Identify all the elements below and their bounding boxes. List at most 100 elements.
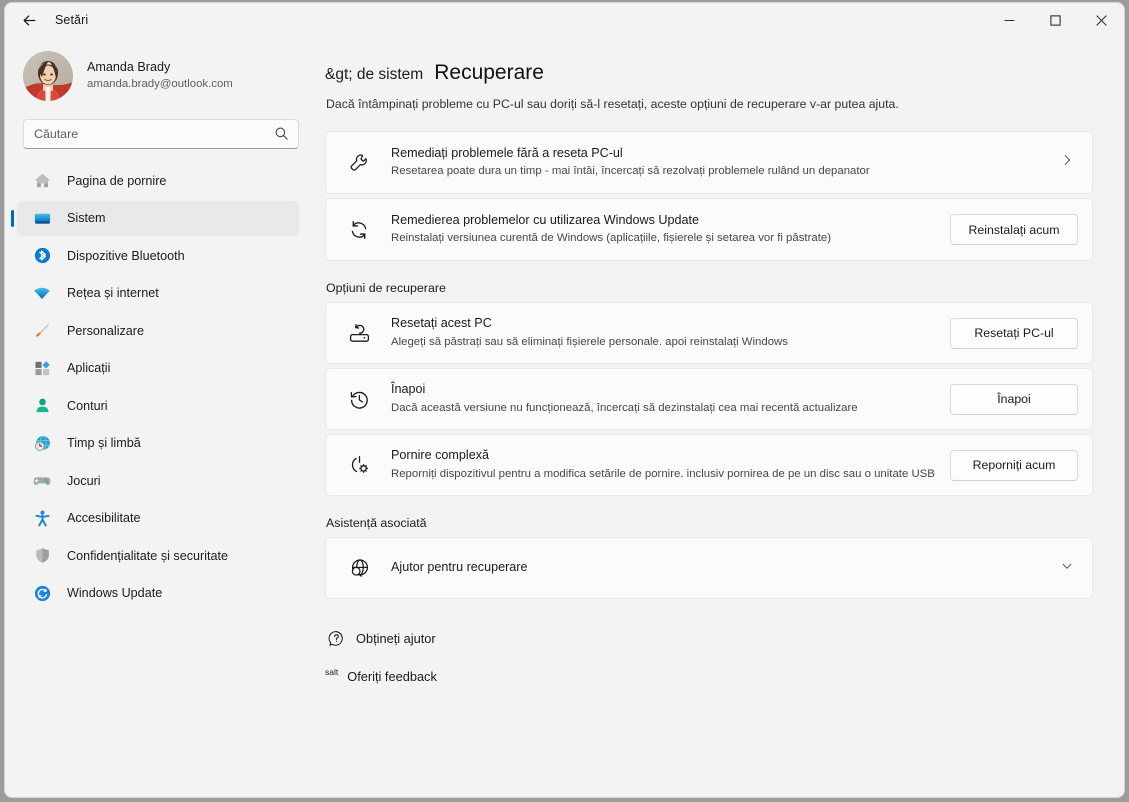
power-gear-icon (344, 454, 374, 477)
update-icon (31, 582, 53, 604)
back-arrow-icon (23, 14, 35, 26)
card-title: Înapoi (391, 382, 426, 397)
reinstall-now-button[interactable]: Reinstalați acum (950, 214, 1078, 245)
card-title: Pornire complexă (391, 448, 489, 463)
card-description: Reporniți dispozitivul pentru a modifica… (391, 467, 935, 480)
window-controls (986, 3, 1124, 37)
apps-icon (31, 357, 53, 379)
card-title: Remediați problemele fără a reseta PC-ul (391, 145, 623, 160)
person-icon (31, 395, 53, 417)
card-description: Dacă această versiune nu funcționează, î… (391, 401, 858, 414)
footer-link-label: Obțineți ajutor (356, 630, 436, 646)
card-fix-with-windows-update: Remedierea problemelor cu utilizarea Win… (325, 198, 1093, 261)
sidebar-item-label: Accesibilitate (67, 511, 141, 525)
title-bar: Setări (5, 3, 1124, 37)
breadcrumb: &gt; de sistem Recuperare (325, 61, 1124, 85)
card-reset-this-pc: Resetați acest PC Alegeți să păstrați sa… (325, 302, 1093, 364)
card-title: Remedierea problemelor cu utilizarea Win… (391, 212, 699, 227)
give-feedback-link[interactable]: salt Oferiți feedback (325, 663, 437, 689)
card-go-back: Înapoi Dacă această versiune nu funcțion… (325, 368, 1093, 430)
sidebar-item-sistem[interactable]: Sistem (11, 200, 299, 236)
cards-top-group: Remediați problemele fără a reseta PC-ul… (315, 131, 1124, 261)
wrench-icon (344, 152, 374, 174)
home-icon (31, 170, 53, 192)
back-button[interactable] (13, 4, 45, 36)
footer-link-label: Oferiți feedback (347, 668, 437, 684)
history-back-icon (344, 388, 374, 411)
sidebar-nav: Pagina de pornire Sistem Dispozitive Blu… (11, 163, 303, 611)
sidebar-item-label: Pagina de pornire (67, 173, 167, 188)
sidebar-item-conturi[interactable]: Conturi (17, 388, 299, 423)
avatar (23, 51, 73, 101)
sidebar-item-label: Rețea și internet (67, 286, 159, 300)
sidebar-item-retea-si-internet[interactable]: Rețea și internet (17, 276, 299, 311)
minimize-icon (1004, 19, 1014, 21)
sidebar-item-windows-update[interactable]: Windows Update (17, 576, 299, 611)
sidebar-item-personalizare[interactable]: Personalizare (17, 313, 299, 348)
sidebar-item-label: Timp și limbă (67, 436, 141, 450)
maximize-icon (1049, 14, 1061, 26)
breadcrumb-parent[interactable]: &gt; de sistem (325, 66, 423, 84)
minimize-button[interactable] (986, 3, 1032, 37)
search-icon (274, 126, 289, 146)
reset-pc-button[interactable]: Resetați PC-ul (950, 317, 1078, 349)
reset-pc-icon (344, 322, 374, 345)
page-header: &gt; de sistem Recuperare Dacă întâmpina… (315, 37, 1124, 111)
sidebar-item-jocuri[interactable]: Jocuri (17, 463, 299, 498)
sidebar-item-label: Personalizare (67, 323, 145, 338)
sidebar-item-dispozitive-bluetooth[interactable]: Dispozitive Bluetooth (17, 238, 299, 273)
shield-icon (31, 545, 53, 567)
go-back-button[interactable]: Înapoi (950, 383, 1078, 415)
card-recovery-help[interactable]: Ajutor pentru recuperare (325, 537, 1093, 599)
footer-link-prefix: salt (325, 667, 339, 677)
sidebar-item-pagina-de-pornire[interactable]: Pagina de pornire (17, 163, 299, 198)
profile-email: amanda.brady@outlook.com (87, 78, 233, 91)
question-bubble-icon (325, 630, 347, 647)
chevron-right-icon (1060, 153, 1074, 172)
card-title: Ajutor pentru recuperare (391, 560, 528, 575)
maximize-button[interactable] (1032, 3, 1078, 37)
chevron-down-icon (1060, 559, 1074, 578)
section-heading-recovery-options: Opțiuni de recuperare (326, 281, 446, 295)
globe-search-icon (344, 557, 374, 580)
sidebar-item-aplicatii[interactable]: Aplicații (17, 351, 299, 386)
sidebar-item-label: Jocuri (67, 473, 101, 488)
sidebar-item-label: Sistem (67, 211, 106, 225)
sidebar-item-label: Confidențialitate și securitate (67, 548, 229, 563)
footer-links: Obțineți ajutor salt Oferiți feedback (325, 625, 1124, 689)
sidebar-item-label: Aplicații (67, 361, 111, 375)
avatar-photo (23, 51, 73, 101)
search-box[interactable] (23, 119, 299, 149)
profile-name: Amanda Brady (87, 60, 171, 75)
sidebar-item-label: Windows Update (67, 586, 163, 600)
main-content: &gt; de sistem Recuperare Dacă întâmpina… (315, 37, 1124, 797)
paintbrush-icon (31, 320, 53, 342)
close-icon (1095, 14, 1107, 26)
sidebar-item-label: Dispozitive Bluetooth (67, 248, 185, 263)
card-advanced-startup: Pornire complexă Reporniți dispozitivul … (325, 434, 1093, 496)
restart-now-button[interactable]: Reporniți acum (950, 449, 1078, 481)
card-title: Resetați acest PC (391, 316, 492, 331)
card-description: Alegeți să păstrați sau să eliminați fiș… (391, 335, 788, 348)
card-description: Resetarea poate dura un timp - mai întâi… (391, 165, 870, 178)
sidebar-item-confidentialitate-si-securitate[interactable]: Confidențialitate și securitate (17, 538, 299, 573)
page-subtitle: Dacă întâmpinați probleme cu PC-ul sau d… (326, 97, 899, 111)
clock-globe-icon (31, 432, 53, 454)
sidebar-item-timp-si-limba[interactable]: Timp și limbă (17, 426, 299, 461)
bluetooth-icon (31, 245, 53, 267)
card-description: Reinstalați versiunea curentă de Windows… (391, 232, 832, 245)
window-title: Setări (55, 13, 89, 27)
sidebar-item-accesibilitate[interactable]: Accesibilitate (17, 501, 299, 536)
wifi-icon (31, 282, 53, 304)
card-fix-problems-without-reset[interactable]: Remediați problemele fără a reseta PC-ul… (325, 131, 1093, 194)
search-input[interactable] (24, 120, 298, 148)
gamepad-icon (31, 470, 53, 492)
cards-recovery-group: Resetați acest PC Alegeți să păstrați sa… (315, 302, 1124, 496)
page-title: Recuperare (434, 61, 544, 84)
get-help-link[interactable]: Obțineți ajutor (325, 625, 436, 651)
monitor-icon (31, 207, 53, 229)
settings-window: Setări Amanda Brady amanda.brady@outlook… (4, 2, 1125, 798)
sidebar-item-label: Conturi (67, 398, 108, 413)
profile-card[interactable]: Amanda Brady amanda.brady@outlook.com (17, 41, 303, 111)
close-button[interactable] (1078, 3, 1124, 37)
